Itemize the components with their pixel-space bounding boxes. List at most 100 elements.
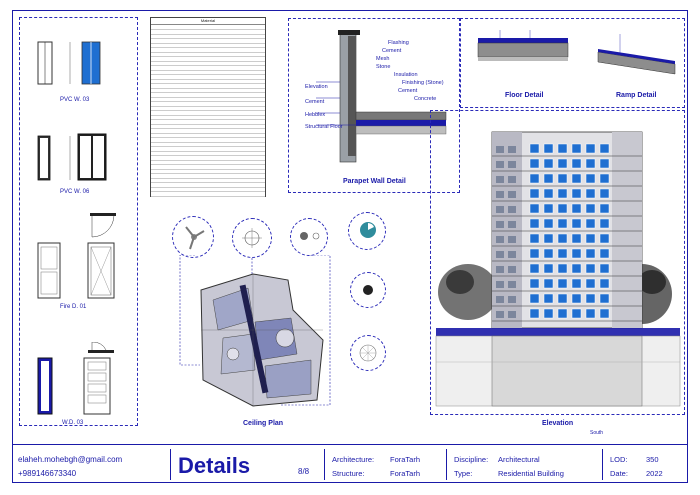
lod-label: LOD: xyxy=(610,455,628,464)
parapet-label-hebblex: Hebblex xyxy=(305,112,326,118)
elevation-window xyxy=(585,248,596,259)
side-window xyxy=(508,266,516,273)
side-window xyxy=(496,221,504,228)
side-window xyxy=(508,296,516,303)
elevation-window xyxy=(529,293,540,304)
elevation-window xyxy=(529,158,540,169)
elevation-window xyxy=(571,158,582,169)
sheet-title: Details xyxy=(178,453,251,478)
phone-text[interactable]: +989146673340 xyxy=(18,469,76,478)
elevation-window xyxy=(599,203,610,214)
parapet-label-cement2: Cement xyxy=(398,88,418,94)
elevation-window xyxy=(599,218,610,229)
elevation-window xyxy=(571,263,582,274)
type-label: Type: xyxy=(454,469,473,478)
elevation-window xyxy=(599,293,610,304)
parapet-label-flashing: Flashing xyxy=(388,40,409,46)
architecture-label: Architecture: xyxy=(332,455,375,464)
parapet-label-cement: Cement xyxy=(382,48,402,54)
elevation-subcaption: South xyxy=(590,430,604,436)
elevation-window xyxy=(543,188,554,199)
wd03-label: W.D. 03 xyxy=(62,420,84,426)
side-window xyxy=(496,266,504,273)
elevation-window xyxy=(585,278,596,289)
side-window xyxy=(496,296,504,303)
light-fixture-icon xyxy=(242,228,262,248)
elevation-window xyxy=(599,188,610,199)
title-block: elaheh.mohebgh@gmail.com +989146673340 D… xyxy=(12,444,688,484)
structure-label: Structure: xyxy=(332,469,365,478)
side-window xyxy=(508,176,516,183)
side-window xyxy=(508,206,516,213)
title-divider-4 xyxy=(602,449,603,480)
side-window xyxy=(496,251,504,258)
pvc-w06-label: PVC W. 06 xyxy=(60,189,90,195)
material-table-title: Material xyxy=(151,18,265,25)
elevation-window xyxy=(557,203,568,214)
elevation-window xyxy=(543,203,554,214)
elevation-window xyxy=(543,233,554,244)
exhaust-fan-icon xyxy=(360,222,376,238)
elevation-window xyxy=(571,218,582,229)
elevation-window xyxy=(557,188,568,199)
elevation-window xyxy=(557,293,568,304)
title-divider-2 xyxy=(324,449,325,480)
elevation-window xyxy=(529,173,540,184)
ceiling-plan-drawing xyxy=(200,273,324,407)
elevation-window xyxy=(571,173,582,184)
parapet-label-insulation: Insulation xyxy=(394,72,418,78)
elevation-window xyxy=(585,233,596,244)
lod-value: 350 xyxy=(646,455,659,464)
date-label: Date: xyxy=(610,469,628,478)
elevation-window xyxy=(557,248,568,259)
fan-icon xyxy=(185,226,205,250)
speaker-icon xyxy=(363,285,373,295)
elevation-window xyxy=(585,293,596,304)
side-window xyxy=(496,161,504,168)
elevation-window xyxy=(599,263,610,274)
architecture-value: ForaTarh xyxy=(390,455,421,464)
ceiling-plan-caption: Ceiling Plan xyxy=(243,420,284,427)
elevation-window xyxy=(557,263,568,274)
elevation-window xyxy=(571,233,582,244)
type-value: Residential Building xyxy=(498,469,564,478)
elevation-window xyxy=(571,278,582,289)
diffuser-icon xyxy=(359,344,377,362)
structure-value: ForaTarh xyxy=(390,469,421,478)
elevation-window xyxy=(571,248,582,259)
discipline-value: Architectural xyxy=(498,455,540,464)
elevation-window xyxy=(599,278,610,289)
side-window xyxy=(496,146,504,153)
elevation-window xyxy=(557,158,568,169)
side-window xyxy=(496,311,504,318)
elevation-window xyxy=(585,263,596,274)
elevation-caption: Elevation xyxy=(542,420,574,427)
elevation-window xyxy=(529,203,540,214)
elevation-window xyxy=(599,158,610,169)
side-window xyxy=(496,191,504,198)
pvc-window-03-drawing xyxy=(37,41,101,85)
elevation-window xyxy=(557,218,568,229)
elevation-window xyxy=(543,158,554,169)
elevation-drawing xyxy=(435,131,681,407)
elevation-window xyxy=(585,308,596,319)
elevation-window xyxy=(529,308,540,319)
elevation-window xyxy=(529,188,540,199)
elevation-window xyxy=(599,143,610,154)
elevation-window xyxy=(529,248,540,259)
elevation-window xyxy=(585,218,596,229)
side-window xyxy=(496,281,504,288)
elevation-window xyxy=(543,143,554,154)
elevation-window xyxy=(529,278,540,289)
parapet-label-mesh: Mesh xyxy=(376,56,390,62)
date-value: 2022 xyxy=(646,469,663,478)
email-text[interactable]: elaheh.mohebgh@gmail.com xyxy=(18,455,122,464)
pvc-w03-label: PVC W. 03 xyxy=(60,97,90,103)
parapet-label-finishing: Finishing (Stone) xyxy=(402,80,444,86)
elevation-window xyxy=(599,233,610,244)
elevation-window xyxy=(543,173,554,184)
elevation-window xyxy=(543,278,554,289)
discipline-label: Discipline: xyxy=(454,455,489,464)
side-window xyxy=(496,176,504,183)
elevation-window xyxy=(585,158,596,169)
